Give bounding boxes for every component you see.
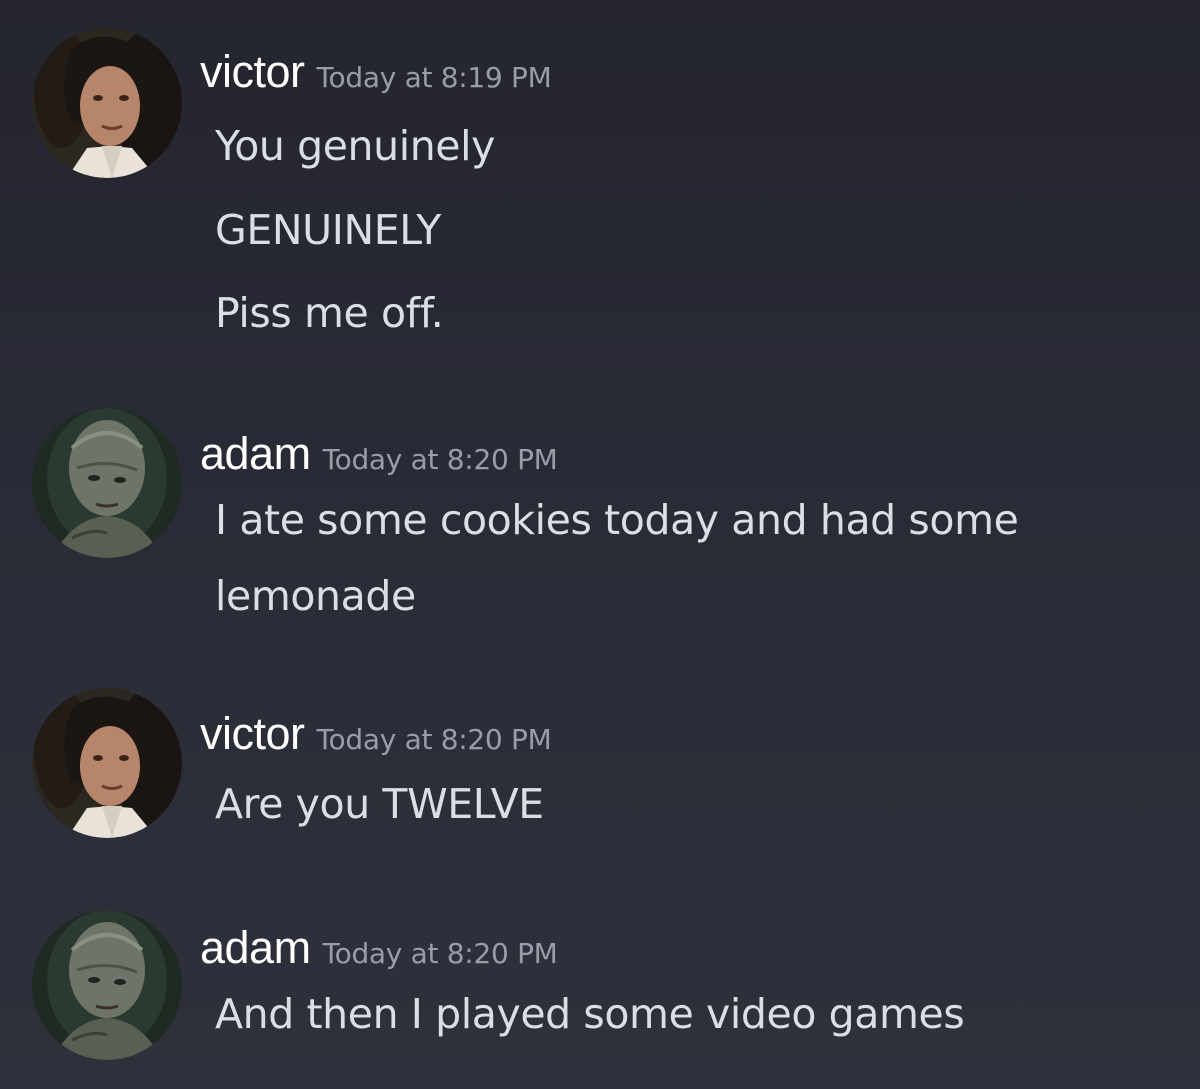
- chat-message-list: victor Today at 8:19 PM You genuinely GEN…: [0, 0, 1200, 1089]
- message-header: victor Today at 8:20 PM: [200, 708, 552, 760]
- timestamp: Today at 8:20 PM: [316, 723, 552, 756]
- username[interactable]: victor: [200, 708, 305, 759]
- username[interactable]: victor: [200, 46, 305, 97]
- message-header: adam Today at 8:20 PM: [200, 428, 558, 480]
- timestamp: Today at 8:20 PM: [322, 443, 558, 476]
- message-text: lemonade: [215, 572, 416, 620]
- timestamp: Today at 8:20 PM: [322, 937, 558, 970]
- user-avatar-icon[interactable]: [32, 688, 182, 838]
- user-avatar-icon[interactable]: [32, 910, 182, 1060]
- message-text: GENUINELY: [215, 206, 441, 254]
- message-text: Piss me off.: [215, 289, 444, 337]
- username[interactable]: adam: [200, 428, 311, 479]
- message-header: adam Today at 8:20 PM: [200, 922, 558, 974]
- message-text: You genuinely: [215, 122, 495, 170]
- user-avatar-icon[interactable]: [32, 408, 182, 558]
- timestamp: Today at 8:19 PM: [316, 61, 552, 94]
- username[interactable]: adam: [200, 922, 311, 973]
- message-text: I ate some cookies today and had some: [215, 496, 1019, 544]
- message-text: And then I played some video games: [215, 990, 965, 1038]
- message-header: victor Today at 8:19 PM: [200, 46, 552, 98]
- user-avatar-icon[interactable]: [32, 28, 182, 178]
- message-text: Are you TWELVE: [215, 780, 544, 828]
